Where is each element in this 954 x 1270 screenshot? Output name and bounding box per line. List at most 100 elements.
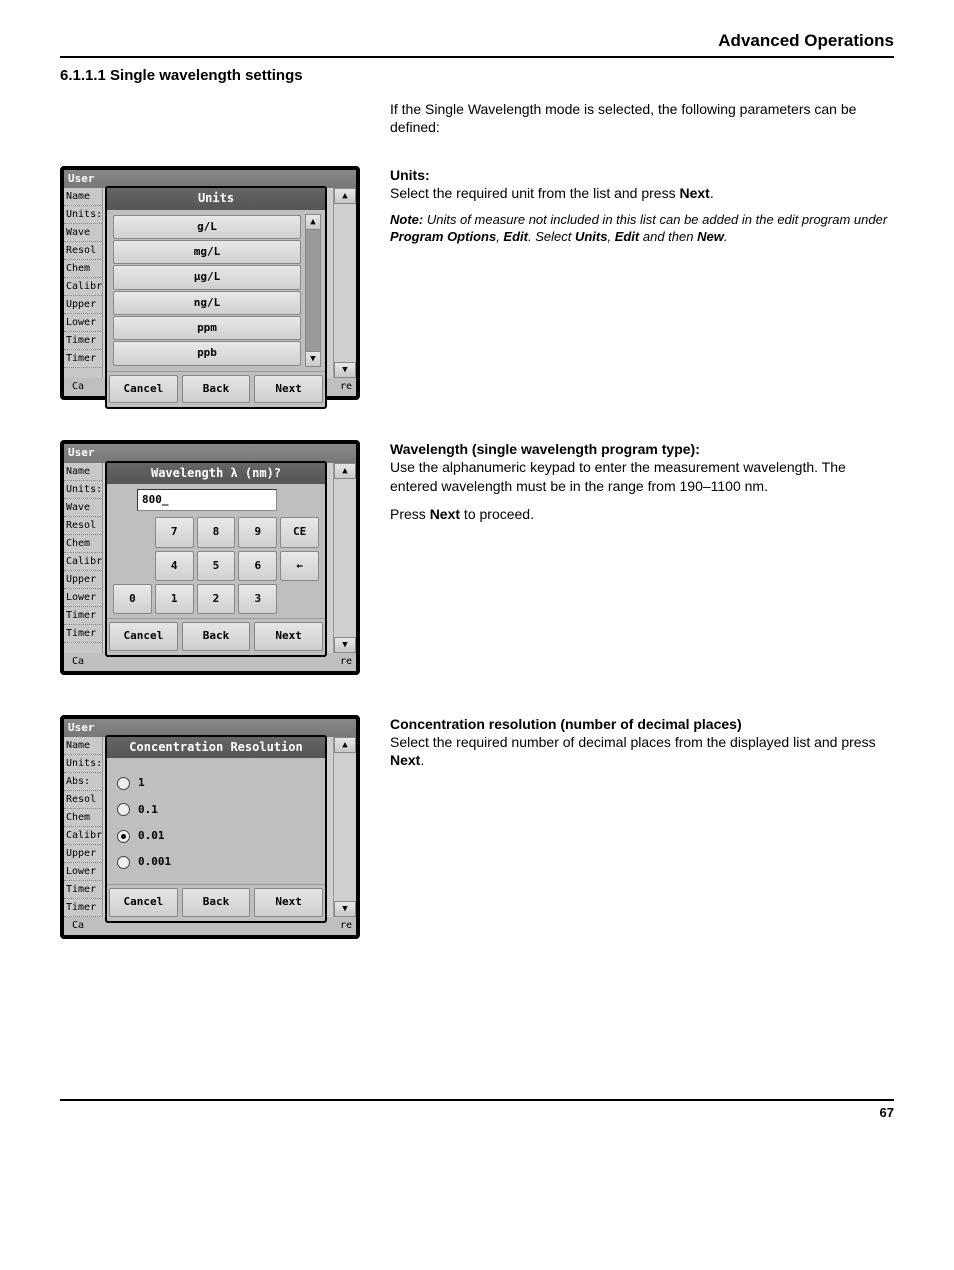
keypad-8[interactable]: 8 [197,517,236,547]
note-text: , [607,229,614,244]
units-text: Select the required unit from the list a… [390,185,679,201]
wavelength-input[interactable]: 800_ [137,489,277,511]
side-label: Name [64,737,102,755]
side-label-list: Name Units: Wave Resol Chem Calibr Upper… [64,463,103,653]
back-button[interactable]: Back [182,622,251,650]
cancel-button[interactable]: Cancel [109,622,178,650]
keypad-1[interactable]: 1 [155,584,194,614]
behind-label-right: re [340,380,352,393]
header-rule [60,56,894,58]
keypad-2[interactable]: 2 [197,584,236,614]
side-label: Resol [64,517,102,535]
side-label: Upper [64,845,102,863]
unit-option[interactable]: µg/L [113,265,301,289]
side-label: Units: [64,755,102,773]
note-text: . Select [528,229,575,244]
side-label: Wave [64,499,102,517]
keypad-7[interactable]: 7 [155,517,194,547]
side-label: Name [64,188,102,206]
side-label: Units: [64,206,102,224]
scroll-up-icon[interactable]: ▲ [305,214,321,230]
cancel-button[interactable]: Cancel [109,375,178,403]
note-text: and then [639,229,697,244]
next-button[interactable]: Next [254,622,323,650]
device-titlebar: User [64,444,356,462]
page-header-title: Advanced Operations [60,30,894,52]
page-number: 67 [60,1099,894,1122]
resolution-label: 0.1 [138,803,158,817]
popup-title: Wavelength λ (nm)? [107,463,325,485]
concentration-popup: Concentration Resolution 1 0.1 0.01 0.00… [105,735,327,923]
resolution-label: 0.001 [138,855,171,869]
keypad-0[interactable]: 0 [113,584,152,614]
side-label: Lower [64,314,102,332]
outer-scroll-down-icon[interactable]: ▼ [334,362,356,378]
keypad-9[interactable]: 9 [238,517,277,547]
scroll-down-icon[interactable]: ▼ [305,351,321,367]
keypad-ce[interactable]: CE [280,517,319,547]
side-label: Wave [64,224,102,242]
unit-option[interactable]: ppb [113,341,301,365]
unit-option[interactable]: mg/L [113,240,301,264]
resolution-option-0-1[interactable]: 0.1 [111,797,321,823]
outer-scroll-up-icon[interactable]: ▲ [334,188,356,204]
outer-scroll-up-icon[interactable]: ▲ [334,463,356,479]
side-label: Chem [64,260,102,278]
side-label: Timer [64,607,102,625]
side-label: Timer [64,881,102,899]
side-label: Timer [64,899,102,917]
outer-scroll-up-icon[interactable]: ▲ [334,737,356,753]
behind-label-left: Ca [72,655,84,668]
side-label: Timer [64,350,102,368]
behind-label-right: re [340,919,352,932]
back-button[interactable]: Back [182,375,251,403]
cancel-button[interactable]: Cancel [109,888,178,916]
units-text-tail: . [710,185,714,201]
unit-option[interactable]: ng/L [113,291,301,315]
keypad-5[interactable]: 5 [197,551,236,581]
resolution-option-0-001[interactable]: 0.001 [111,849,321,875]
side-label: Chem [64,535,102,553]
keypad-3[interactable]: 3 [238,584,277,614]
note-text: . [724,229,728,244]
resolution-option-1[interactable]: 1 [111,770,321,796]
concentration-text: Select the required number of decimal pl… [390,734,876,750]
keypad-spacer [280,584,319,614]
side-label: Calibr [64,553,102,571]
side-label: Upper [64,296,102,314]
outer-scroll-down-icon[interactable]: ▼ [334,901,356,917]
device-panel-units: User Name Units: Wave Resol Chem Calibr … [60,166,360,400]
unit-option[interactable]: ppm [113,316,301,340]
units-heading: Units: [390,167,430,183]
keypad-6[interactable]: 6 [238,551,277,581]
units-next-bold: Next [679,185,709,201]
side-label: Timer [64,332,102,350]
note-bold: Program Options [390,229,496,244]
next-button[interactable]: Next [254,888,323,916]
radio-icon [117,803,130,816]
side-label-list: Name Units: Abs: I Resol Chem Calibr Upp… [64,737,103,917]
side-label: Resol [64,791,102,809]
outer-scroll-track[interactable] [334,753,356,901]
popup-title: Units [107,188,325,210]
section-heading: 6.1.1.1 Single wavelength settings [60,66,894,86]
wavelength-heading: Wavelength (single wavelength program ty… [390,441,700,457]
note-bold: New [697,229,724,244]
outer-scroll-down-icon[interactable]: ▼ [334,637,356,653]
intro-paragraph: If the Single Wavelength mode is selecte… [390,100,894,136]
keypad-backspace-icon[interactable]: ← [280,551,319,581]
wavelength-popup: Wavelength λ (nm)? 800_ 7 8 9 CE 4 [105,461,327,657]
outer-scroll-track[interactable] [334,204,356,362]
behind-label-left: Ca [72,380,84,393]
keypad-4[interactable]: 4 [155,551,194,581]
resolution-option-0-01[interactable]: 0.01 [111,823,321,849]
unit-option[interactable]: g/L [113,215,301,239]
outer-scroll-track[interactable] [334,479,356,637]
back-button[interactable]: Back [182,888,251,916]
note-text: Units of measure not included in this li… [423,212,887,227]
next-button[interactable]: Next [254,375,323,403]
scrollbar-track[interactable] [305,230,321,351]
wavelength-next-bold: Next [430,506,460,522]
device-panel-concentration: User Name Units: Abs: I Resol Chem Calib… [60,715,360,939]
radio-icon [117,856,130,869]
